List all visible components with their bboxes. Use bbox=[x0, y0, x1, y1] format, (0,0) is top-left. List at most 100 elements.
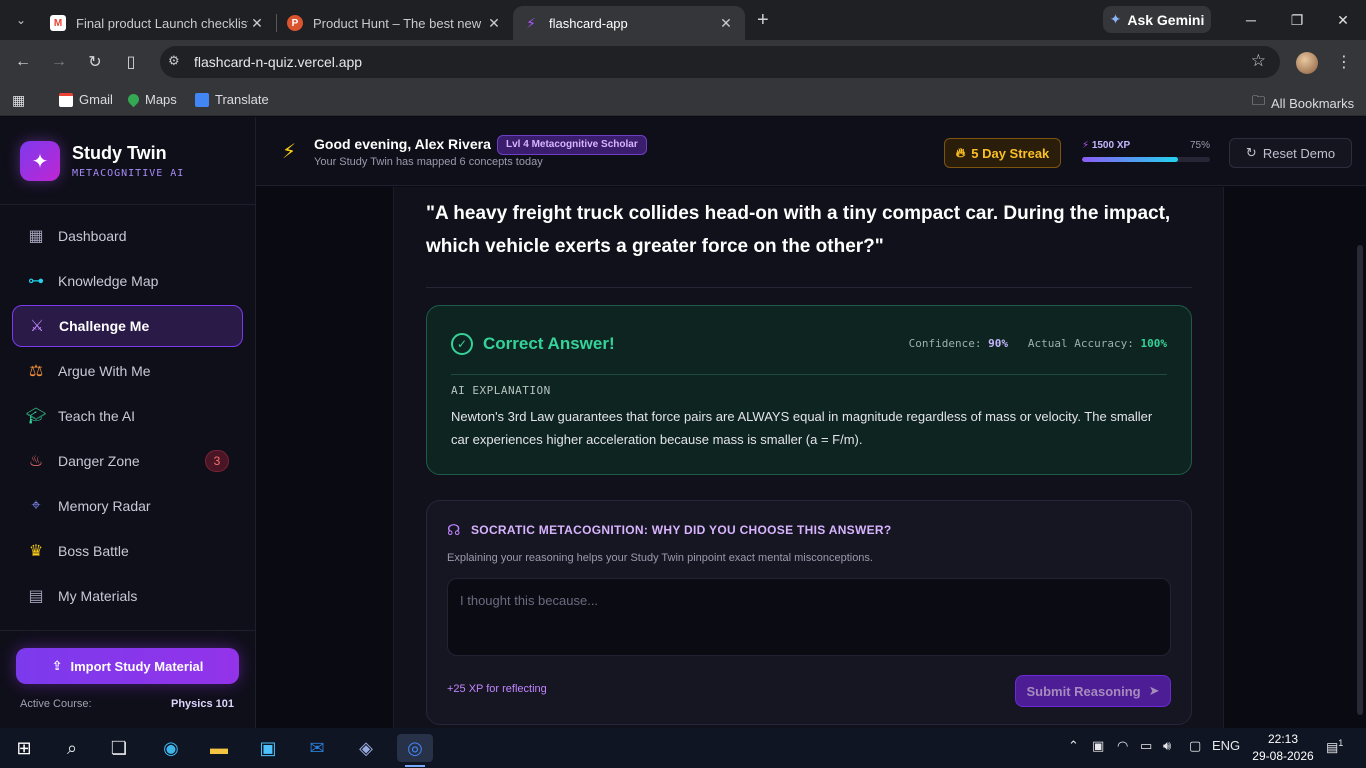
edge-icon[interactable]: ◉ bbox=[153, 734, 189, 762]
store-icon[interactable]: ▣ bbox=[250, 734, 286, 762]
sidebar-item-label: Danger Zone bbox=[58, 453, 140, 469]
profile-avatar[interactable] bbox=[1296, 52, 1318, 74]
import-label: Import Study Material bbox=[70, 658, 204, 674]
page-scrollbar[interactable] bbox=[1357, 245, 1363, 715]
battery-icon[interactable]: ▭ bbox=[1140, 738, 1152, 754]
tab-search-button[interactable]: ⌄ bbox=[8, 7, 34, 33]
new-tab-button[interactable]: + bbox=[757, 9, 769, 32]
check-circle-icon: ✓ bbox=[451, 333, 473, 355]
bookmark-label: Gmail bbox=[79, 92, 113, 107]
system-clock[interactable]: 22:13 29-08-2026 bbox=[1252, 731, 1314, 765]
sidebar-item-label: Challenge Me bbox=[59, 318, 150, 334]
task-view-icon[interactable]: ❏ bbox=[101, 734, 137, 762]
bookmark-gmail[interactable]: Gmail bbox=[59, 92, 113, 107]
clock-time: 22:13 bbox=[1267, 732, 1299, 746]
chevron-down-icon: ⌄ bbox=[15, 13, 27, 27]
apps-icon[interactable]: ▦ bbox=[12, 92, 25, 109]
reload-button[interactable]: ↻ bbox=[83, 50, 107, 74]
network-icon: ⊶ bbox=[28, 273, 44, 290]
sidebar-item-dashboard[interactable]: ▦ Dashboard bbox=[12, 215, 243, 257]
maps-icon bbox=[125, 91, 142, 108]
language-indicator[interactable]: ENG bbox=[1212, 738, 1240, 753]
socratic-title: SOCRATIC METACOGNITION: WHY DID YOU CHOO… bbox=[471, 523, 892, 537]
sidebar-item-boss-battle[interactable]: ♛ Boss Battle bbox=[12, 530, 243, 572]
answer-result-panel: ✓ Correct Answer! Confidence: 90% Actual… bbox=[426, 305, 1192, 475]
close-icon[interactable]: ✕ bbox=[485, 15, 503, 32]
ask-gemini-button[interactable]: ✦ Ask Gemini bbox=[1103, 6, 1211, 33]
level-badge: Lvl 4 Metacognitive Scholar bbox=[497, 135, 647, 155]
sidebar-item-danger-zone[interactable]: ♨ Danger Zone 3 bbox=[12, 440, 243, 482]
folder-icon: ▤ bbox=[28, 588, 44, 605]
sidebar-item-label: Memory Radar bbox=[58, 498, 151, 514]
reset-label: Reset Demo bbox=[1262, 145, 1336, 161]
producthunt-icon: P bbox=[287, 15, 303, 31]
confidence-value: 90% bbox=[988, 337, 1009, 350]
browser-tab-3[interactable]: ⚡ flashcard-app ✕ bbox=[513, 6, 745, 40]
notepad-icon[interactable]: ◈ bbox=[348, 734, 384, 762]
bookmark-maps[interactable]: Maps bbox=[125, 91, 177, 108]
sidebar-item-label: Knowledge Map bbox=[58, 273, 159, 289]
split-view-icon[interactable]: ▯ bbox=[119, 50, 143, 74]
import-study-material-button[interactable]: ⇪ Import Study Material bbox=[16, 648, 239, 684]
notification-center-icon[interactable]: ▤1 bbox=[1326, 738, 1343, 755]
bolt-icon: ⚡ bbox=[1082, 140, 1090, 151]
sidebar-nav: ▦ Dashboard ⊶ Knowledge Map ⚔ Challenge … bbox=[12, 215, 243, 620]
submit-reasoning-button[interactable]: Submit Reasoning ➤ bbox=[1015, 675, 1171, 707]
sidebar-item-label: Boss Battle bbox=[58, 543, 129, 559]
sidebar-item-teach-the-ai[interactable]: 🎓︎ Teach the AI bbox=[12, 395, 243, 437]
brain-icon: ☊ bbox=[447, 522, 461, 539]
flashcard-icon: ⚡ bbox=[526, 14, 536, 31]
address-bar[interactable]: ⚙ flashcard-n-quiz.vercel.app ☆ bbox=[160, 46, 1280, 78]
fire-icon: 🔥︎ bbox=[955, 145, 966, 160]
sidebar-item-knowledge-map[interactable]: ⊶ Knowledge Map bbox=[12, 260, 243, 302]
display-icon[interactable]: ▢ bbox=[1189, 738, 1201, 754]
bolt-icon: ⚡ bbox=[282, 141, 297, 163]
xp-bar bbox=[1082, 157, 1210, 162]
restore-button[interactable]: ❐ bbox=[1274, 0, 1320, 40]
gemini-icon: ✦ bbox=[1109, 11, 1122, 27]
question-text: "A heavy freight truck collides head-on … bbox=[426, 203, 1171, 257]
browser-tab-2[interactable]: P Product Hunt – The best new p ✕ bbox=[277, 6, 513, 40]
streak-badge[interactable]: 🔥︎ 5 Day Streak bbox=[944, 138, 1061, 168]
tray-app-icon[interactable]: ▣ bbox=[1092, 738, 1104, 754]
ask-gemini-label: Ask Gemini bbox=[1127, 11, 1205, 28]
gmail-icon bbox=[59, 92, 73, 107]
sidebar-item-my-materials[interactable]: ▤ My Materials bbox=[12, 575, 243, 617]
volume-icon[interactable]: 🔊︎ bbox=[1163, 738, 1171, 754]
socratic-panel: ☊ SOCRATIC METACOGNITION: WHY DID YOU CH… bbox=[426, 500, 1192, 725]
file-explorer-icon[interactable]: ▬ bbox=[201, 734, 237, 762]
greeting: Good evening, Alex Rivera bbox=[314, 136, 491, 152]
outlook-icon[interactable]: ✉ bbox=[299, 734, 335, 762]
bookmark-label: Maps bbox=[145, 92, 177, 107]
app-header: ⚡ Good evening, Alex Rivera Lvl 4 Metaco… bbox=[256, 117, 1366, 186]
xp-value: ⚡ 1500 XP bbox=[1082, 140, 1131, 151]
active-course-value[interactable]: Physics 101 bbox=[171, 698, 234, 710]
xp-bar-fill bbox=[1082, 157, 1178, 162]
close-icon[interactable]: ✕ bbox=[717, 15, 735, 32]
chrome-icon[interactable]: ◎ bbox=[397, 734, 433, 767]
windows-start-icon[interactable]: ⊞ bbox=[6, 734, 42, 762]
reasoning-input[interactable] bbox=[447, 578, 1171, 656]
tray-overflow-icon[interactable]: ⌃ bbox=[1068, 738, 1079, 754]
site-settings-icon[interactable]: ⚙ bbox=[168, 53, 180, 69]
sidebar-item-challenge-me[interactable]: ⚔ Challenge Me bbox=[12, 305, 243, 347]
close-icon[interactable]: ✕ bbox=[248, 15, 266, 32]
close-window-button[interactable]: ✕ bbox=[1320, 0, 1366, 40]
browser-menu-icon[interactable]: ⋮ bbox=[1336, 52, 1352, 72]
search-icon[interactable]: ⌕ bbox=[54, 734, 90, 762]
xp-percent: 75% bbox=[1189, 140, 1210, 151]
ai-explanation-label: AI EXPLANATION bbox=[451, 384, 551, 397]
sidebar-item-argue-with-me[interactable]: ⚖ Argue With Me bbox=[12, 350, 243, 392]
bookmark-star-icon[interactable]: ☆ bbox=[1251, 51, 1266, 71]
browser-tab-1[interactable]: M Final product Launch checklist - ✕ bbox=[40, 6, 276, 40]
forward-button[interactable]: → bbox=[47, 50, 71, 74]
reset-demo-button[interactable]: ↻ Reset Demo bbox=[1229, 138, 1352, 168]
all-bookmarks-button[interactable]: 🗀 All Bookmarks bbox=[1252, 92, 1354, 114]
sidebar-item-memory-radar[interactable]: ⌖ Memory Radar bbox=[12, 485, 243, 527]
danger-count-badge: 3 bbox=[205, 450, 229, 472]
back-button[interactable]: ← bbox=[11, 50, 35, 74]
bookmark-translate[interactable]: Translate bbox=[195, 92, 269, 107]
active-course-label: Active Course: bbox=[20, 698, 92, 710]
wifi-icon[interactable]: ◠ bbox=[1117, 738, 1128, 754]
minimize-button[interactable]: ─ bbox=[1228, 0, 1274, 40]
